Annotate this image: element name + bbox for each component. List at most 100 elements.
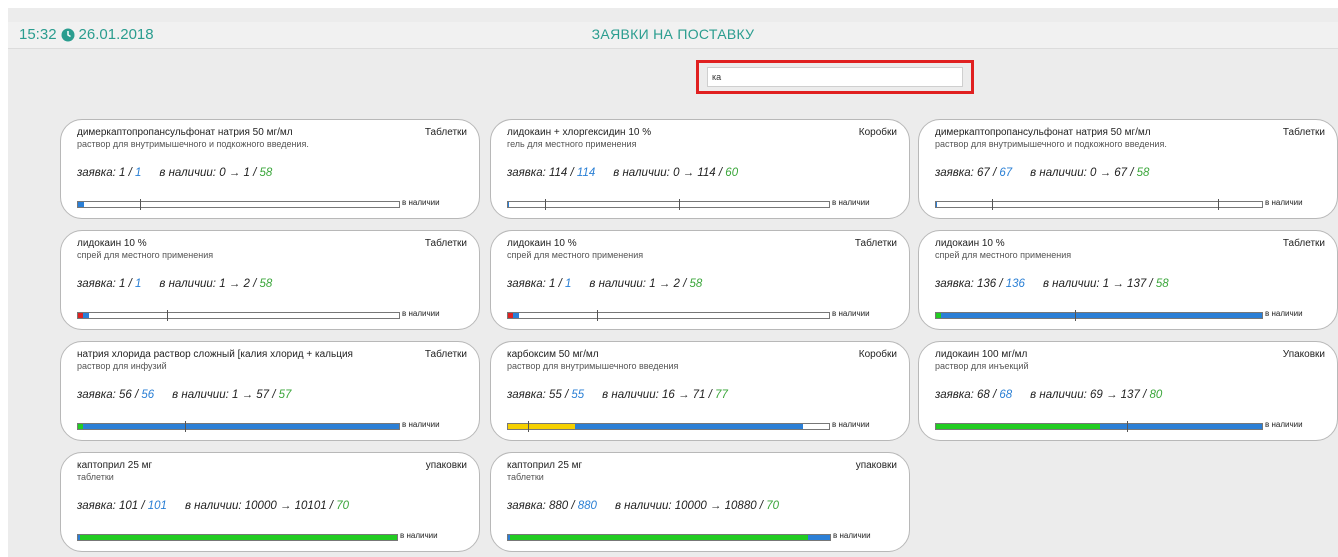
stock-text: в наличии: 0 → 67 / — [1030, 167, 1134, 179]
progress-segment — [575, 424, 803, 429]
stock-progress-bar — [507, 534, 831, 541]
drug-name-prefix: лидо — [507, 238, 530, 249]
progress-segment — [508, 424, 575, 429]
progress-tick — [545, 199, 546, 210]
drug-name-match: ка — [99, 238, 110, 249]
order-card[interactable]: лидокаин 10 % Таблетки спрей для местного … — [490, 230, 910, 330]
order-label: заявка: — [935, 389, 974, 401]
drug-name-match: ка — [964, 127, 975, 138]
stock-text: в наличии: 1 → 2 / — [159, 278, 257, 290]
order-requested: 136 — [976, 278, 997, 290]
drug-name-prefix: натрия хлорида раствор сложный [ — [77, 349, 241, 360]
order-card[interactable]: лидокаин 100 мг/мл Упаковки раствор для ин… — [918, 341, 1338, 441]
order-requested: 880 — [548, 500, 569, 512]
order-label: заявка: — [77, 500, 116, 512]
progress-segment — [510, 535, 808, 540]
order-label: заявка: — [507, 278, 546, 290]
app-window: 15:32 26.01.2018 ЗАЯВКИ НА ПОСТАВКУ диме… — [8, 8, 1338, 557]
unit-label: Таблетки — [424, 127, 467, 138]
progress-tick — [167, 310, 168, 321]
order-approved: 67 — [999, 167, 1013, 179]
unit-label: Таблетки — [424, 349, 467, 360]
order-label: заявка: — [935, 167, 974, 179]
drug-name-suffix: птоприл 25 мг — [517, 460, 583, 471]
unit-label: Таблетки — [424, 238, 467, 249]
drug-name-prefix: лидо — [935, 238, 958, 249]
stock-bar-label: в наличии — [402, 420, 440, 429]
stock-progress-bar — [77, 534, 398, 541]
order-requested: 114 — [548, 167, 568, 179]
drug-name-match: ка — [529, 238, 540, 249]
progress-segment — [936, 202, 937, 207]
stock-norm: 58 — [259, 167, 273, 179]
stock-norm: 58 — [1155, 278, 1169, 290]
progress-segment — [508, 202, 509, 207]
stock-progress-bar — [507, 310, 830, 321]
order-requested: 67 — [976, 167, 990, 179]
stock-norm: 80 — [1149, 389, 1163, 401]
order-card[interactable]: лидокаин 10 % Таблетки спрей для местного … — [918, 230, 1338, 330]
drug-name-match: ка — [957, 349, 968, 360]
drug-name-suffix: ин 100 мг/мл — [967, 349, 1028, 360]
drug-name-suffix: ин + хлоргексидин 10 % — [539, 127, 652, 138]
order-stats: заявка: 56 / 56 в наличии: 1 → 57 / 57 — [77, 389, 292, 401]
order-label: заявка: — [935, 278, 974, 290]
progress-tick — [992, 199, 993, 210]
unit-label: упаковки — [855, 460, 897, 471]
unit-label: Упаковки — [1282, 349, 1325, 360]
order-approved: 136 — [1005, 278, 1025, 290]
order-stats: заявка: 136 / 136 в наличии: 1 → 137 / 58 — [935, 278, 1169, 290]
order-stats: заявка: 101 / 101 в наличии: 10000 → 1010… — [77, 500, 349, 512]
drug-name: лидокаин + хлоргексидин 10 % — [507, 127, 651, 138]
progress-tick — [140, 199, 141, 210]
progress-segment — [80, 535, 397, 540]
order-requested: 101 — [118, 500, 139, 512]
progress-tick — [597, 310, 598, 321]
progress-segment — [1100, 424, 1262, 429]
stock-bar-label: в наличии — [832, 309, 870, 318]
stock-bar-label: в наличии — [1265, 420, 1303, 429]
order-card[interactable]: димеркаптопропансульфонат натрия 50 мг/м… — [60, 119, 480, 219]
order-card[interactable]: лидокаин 10 % Таблетки спрей для местного … — [60, 230, 480, 330]
order-requested: 1 — [548, 278, 556, 290]
drug-name-match: ка — [240, 349, 251, 360]
stock-norm: 77 — [715, 389, 728, 401]
order-label: заявка: — [77, 167, 116, 179]
order-approved: 880 — [577, 500, 597, 512]
stock-norm: 58 — [689, 278, 703, 290]
drug-form: спрей для местного применения — [77, 250, 214, 260]
drug-name-prefix: лидо — [77, 238, 100, 249]
drug-name: лидокаин 100 мг/мл — [935, 349, 1027, 360]
order-card[interactable]: димеркаптопропансульфонат натрия 50 мг/м… — [918, 119, 1338, 219]
unit-label: Коробки — [858, 349, 897, 360]
stock-progress-bar — [507, 421, 830, 432]
drug-name-match: ка — [529, 127, 540, 138]
order-card[interactable]: натрия хлорида раствор сложный [калия хл… — [60, 341, 480, 441]
order-stats: заявка: 1 / 1в наличии: 1 → 2 / 58 — [77, 278, 273, 290]
order-stats: заявка: 114 / 114 в наличии: 0 → 114 / 60 — [507, 167, 739, 179]
stock-text: в наличии: 1 → 137 / — [1042, 278, 1153, 290]
order-card[interactable]: каптоприл 25 мг упаковки таблетки заявка: 1… — [60, 452, 480, 552]
order-card[interactable]: лидокаин + хлоргексидин 10 % Коробки гель … — [490, 119, 910, 219]
stock-norm: 70 — [766, 500, 779, 512]
drug-form: раствор для инъекций — [935, 361, 1029, 371]
stock-norm: 70 — [336, 500, 349, 512]
order-card[interactable]: карбоксим 50 мг/мл Коробки раствор для вну… — [490, 341, 910, 441]
order-label: заявка: — [77, 389, 116, 401]
order-stats: заявка: 68 / 68 в наличии: 69 → 137 / 80 — [935, 389, 1163, 401]
drug-name-match: ка — [957, 238, 968, 249]
drug-name: лидокаин 10 % — [507, 238, 577, 249]
drug-form: спрей для местного применения — [507, 250, 644, 260]
stock-bar-label: в наличии — [832, 198, 870, 207]
stock-bar-label: в наличии — [833, 531, 871, 540]
progress-segment — [808, 535, 830, 540]
progress-tick — [185, 421, 186, 432]
order-card[interactable]: каптоприл 25 мг упаковки таблетки заявка: 8… — [490, 452, 910, 552]
order-approved: 56 — [141, 389, 155, 401]
drug-form: таблетки — [507, 472, 544, 482]
cards-grid: димеркаптопропансульфонат натрия 50 мг/м… — [8, 8, 1338, 557]
stock-text: в наличии: 10000 → 10101 / — [184, 500, 333, 512]
drug-name: карбоксим 50 мг/мл — [507, 349, 599, 360]
progress-segment — [941, 313, 1262, 318]
stock-bar-label: в наличии — [400, 531, 438, 540]
